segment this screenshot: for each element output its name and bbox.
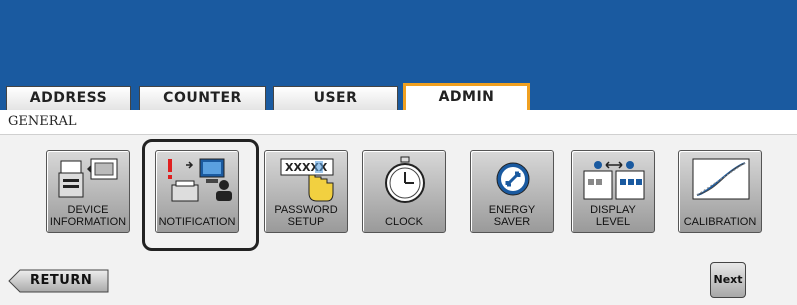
return-button[interactable]: RETURN bbox=[8, 269, 110, 293]
section-label: GENERAL bbox=[8, 114, 77, 129]
tab-admin[interactable]: ADMIN bbox=[403, 83, 530, 110]
tab-counter[interactable]: COUNTER bbox=[139, 86, 266, 110]
password-setup-button[interactable]: XXXXX PASSWORD SETUP bbox=[264, 150, 348, 233]
bottom-bar bbox=[0, 255, 797, 305]
next-button[interactable]: Next bbox=[710, 262, 746, 298]
password-setup-icon: XXXXX bbox=[265, 155, 347, 203]
energy-saver-button[interactable]: ENERGY SAVER bbox=[470, 150, 554, 233]
energy-saver-icon bbox=[471, 155, 553, 203]
device-information-button[interactable]: DEVICE INFORMATION bbox=[46, 150, 130, 233]
header-bar bbox=[0, 0, 797, 86]
clock-icon bbox=[363, 155, 445, 203]
tab-bar: ADDRESS COUNTER USER ADMIN bbox=[0, 83, 797, 110]
tab-user[interactable]: USER bbox=[273, 86, 398, 110]
clock-label: CLOCK bbox=[385, 216, 423, 228]
password-setup-label: PASSWORD SETUP bbox=[274, 204, 338, 228]
next-label: Next bbox=[713, 273, 743, 286]
clock-button[interactable]: CLOCK bbox=[362, 150, 446, 233]
calibration-label: CALIBRATION bbox=[683, 216, 757, 228]
calibration-icon bbox=[679, 155, 761, 203]
return-label: RETURN bbox=[30, 273, 93, 288]
calibration-button[interactable]: CALIBRATION bbox=[678, 150, 762, 233]
device-information-icon bbox=[47, 155, 129, 203]
device-information-label: DEVICE INFORMATION bbox=[49, 204, 127, 228]
display-level-button[interactable]: DISPLAY LEVEL bbox=[571, 150, 655, 233]
display-level-label: DISPLAY LEVEL bbox=[590, 204, 636, 228]
selected-highlight bbox=[142, 139, 259, 251]
display-level-icon bbox=[572, 155, 654, 203]
energy-saver-label: ENERGY SAVER bbox=[488, 204, 536, 228]
tab-address[interactable]: ADDRESS bbox=[6, 86, 131, 110]
